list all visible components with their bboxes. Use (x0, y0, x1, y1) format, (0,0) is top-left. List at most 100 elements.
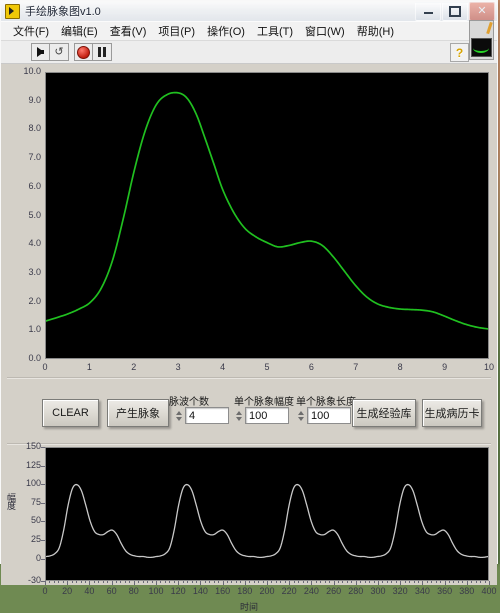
bottom-x-minor-tick (143, 581, 144, 583)
bottom-y-tick-label: -30 (11, 575, 41, 585)
bottom-x-tick-mark (467, 581, 468, 585)
bottom-x-minor-tick (458, 581, 459, 583)
pulse-length-stepper[interactable] (296, 406, 305, 425)
bottom-x-minor-tick (294, 581, 295, 583)
help-button[interactable]: ? (450, 43, 469, 62)
bottom-x-tick-mark (334, 581, 335, 585)
bottom-y-tick-label: 25 (11, 534, 41, 544)
top-x-tick-label: 5 (255, 362, 279, 372)
bottom-x-minor-tick (174, 581, 175, 583)
minimize-button[interactable] (415, 2, 441, 21)
bottom-curve (46, 448, 488, 580)
bottom-plot-area[interactable] (45, 447, 489, 581)
bottom-x-minor-tick (374, 581, 375, 583)
menu-item-file[interactable]: 文件(F) (7, 22, 55, 40)
clear-button[interactable]: CLEAR (42, 399, 99, 427)
bottom-x-minor-tick (160, 581, 161, 583)
bottom-x-minor-tick (471, 581, 472, 583)
bottom-x-minor-tick (103, 581, 104, 583)
menu-item-edit[interactable]: 编辑(E) (55, 22, 104, 40)
bottom-x-tick-mark (289, 581, 290, 585)
bottom-x-minor-tick (152, 581, 153, 583)
bottom-x-minor-tick (218, 581, 219, 583)
bottom-x-minor-tick (125, 581, 126, 583)
top-y-tick-label: 1.0 (3, 324, 41, 334)
bottom-x-tick-mark (489, 581, 490, 585)
close-button[interactable]: ✕ (469, 2, 495, 21)
vi-icon[interactable] (469, 20, 494, 60)
top-x-tick-label: 2 (122, 362, 146, 372)
bottom-x-axis-title: 时间 (1, 600, 497, 613)
menu-item-operate[interactable]: 操作(O) (201, 22, 251, 40)
bottom-x-minor-tick (387, 581, 388, 583)
menu-item-help[interactable]: 帮助(H) (351, 22, 400, 40)
pulse-length-control[interactable]: 100 (296, 406, 351, 425)
pulse-amplitude-control[interactable]: 100 (234, 406, 289, 425)
bottom-x-tick-mark (156, 581, 157, 585)
bottom-x-minor-tick (449, 581, 450, 583)
bottom-x-minor-tick (298, 581, 299, 583)
bottom-x-minor-tick (405, 581, 406, 583)
run-button[interactable] (31, 43, 50, 61)
bottom-x-minor-tick (320, 581, 321, 583)
maximize-button[interactable] (442, 2, 468, 21)
bottom-x-tick-mark (422, 581, 423, 585)
control-strip: CLEAR 产生脉象 脉波个数 4 单个脉象幅度 100 单个脉象长度 100 (9, 381, 489, 443)
bottom-x-minor-tick (360, 581, 361, 583)
app-icon (5, 4, 20, 19)
top-plot-area[interactable] (45, 72, 489, 359)
bottom-x-tick-mark (378, 581, 379, 585)
abort-button[interactable] (74, 43, 93, 61)
bottom-y-tick-mark (41, 484, 45, 485)
bottom-y-tick-label: 125 (11, 460, 41, 470)
pulse-count-control[interactable]: 4 (174, 406, 229, 425)
window-title: 手绘脉象图v1.0 (25, 3, 101, 19)
bottom-x-minor-tick (303, 581, 304, 583)
bottom-y-tick-label: 0 (11, 553, 41, 563)
bottom-x-minor-tick (365, 581, 366, 583)
bottom-x-minor-tick (342, 581, 343, 583)
menu-item-view[interactable]: 查看(V) (104, 22, 153, 40)
menu-item-window[interactable]: 窗口(W) (299, 22, 351, 40)
bottom-x-tick-label: 400 (475, 586, 500, 596)
pulse-amplitude-input[interactable]: 100 (245, 407, 289, 424)
bottom-x-minor-tick (271, 581, 272, 583)
top-y-tick-label: 4.0 (3, 238, 41, 248)
run-continuously-button[interactable]: ↺ (50, 43, 69, 61)
bottom-x-tick-mark (134, 581, 135, 585)
bottom-x-tick-mark (445, 581, 446, 585)
bottom-x-tick-mark (45, 581, 46, 585)
bottom-x-minor-tick (351, 581, 352, 583)
bottom-y-tick-mark (41, 466, 45, 467)
bottom-x-minor-tick (94, 581, 95, 583)
bottom-y-tick-mark (41, 521, 45, 522)
bottom-x-minor-tick (205, 581, 206, 583)
bottom-x-minor-tick (440, 581, 441, 583)
generate-experience-db-button[interactable]: 生成经验库 (352, 399, 416, 427)
menu-item-project[interactable]: 项目(P) (152, 22, 201, 40)
bottom-x-minor-tick (209, 581, 210, 583)
pulse-amplitude-stepper[interactable] (234, 406, 243, 425)
bottom-y-tick-mark (41, 559, 45, 560)
top-x-tick-label: 6 (299, 362, 323, 372)
pulse-length-input[interactable]: 100 (307, 407, 351, 424)
top-y-tick-label: 7.0 (3, 152, 41, 162)
pause-button[interactable] (93, 43, 112, 61)
menu-item-tools[interactable]: 工具(T) (251, 22, 299, 40)
pulse-count-input[interactable]: 4 (185, 407, 229, 424)
bottom-x-minor-tick (169, 581, 170, 583)
top-y-tick-label: 6.0 (3, 181, 41, 191)
bottom-x-minor-tick (329, 581, 330, 583)
bottom-x-tick-mark (112, 581, 113, 585)
bottom-x-minor-tick (280, 581, 281, 583)
top-y-tick-label: 9.0 (3, 95, 41, 105)
bottom-x-minor-tick (107, 581, 108, 583)
bottom-x-minor-tick (254, 581, 255, 583)
generate-medical-record-button[interactable]: 生成病历卡 (422, 399, 482, 427)
bottom-x-minor-tick (418, 581, 419, 583)
bottom-x-minor-tick (431, 581, 432, 583)
bottom-y-axis-title: 幅度 (5, 493, 18, 509)
bottom-y-tick-label: 150 (11, 441, 41, 451)
bottom-x-tick-mark (67, 581, 68, 585)
pulse-count-stepper[interactable] (174, 406, 183, 425)
